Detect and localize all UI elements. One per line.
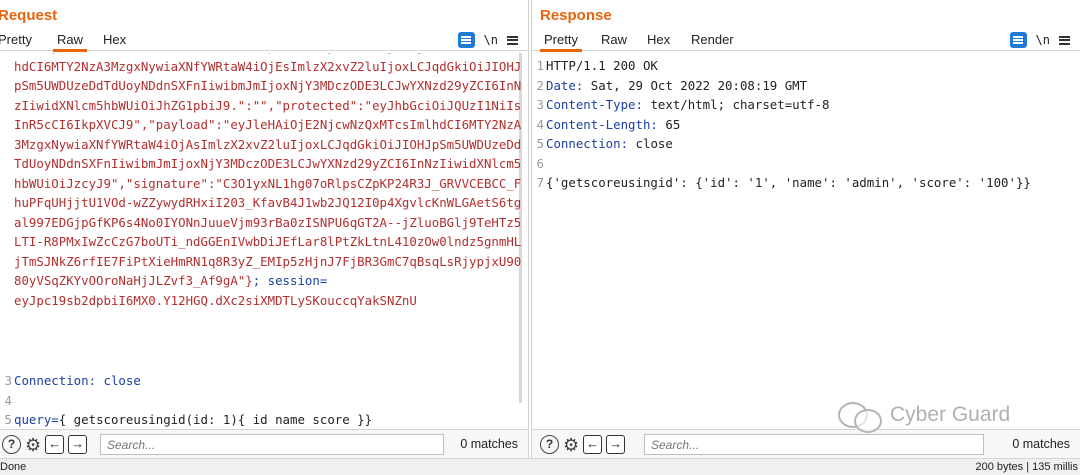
status-bar: Done 200 bytes | 135 millis [0, 458, 1080, 475]
request-newline-icon[interactable]: \n [484, 33, 498, 47]
response-line-number: 5 [536, 136, 544, 151]
response-tab-raw[interactable]: Raw [601, 31, 627, 48]
request-session-value: eyJpc19sb2dpbiI6MX0.Y12HGQ.dXc2siXMDTLyS… [14, 292, 417, 308]
status-right: 200 bytes | 135 millis [975, 461, 1078, 473]
gear-icon[interactable]: ⚙ [25, 436, 41, 454]
help-icon[interactable]: ? [540, 435, 559, 454]
response-line-1: HTTP/1.1 200 OK [546, 58, 658, 73]
status-left: Done [0, 461, 27, 473]
request-token-text: ...ecyJhbGciOiJQUzI1NiIsInR5cCI6IkpXVCJ9… [14, 53, 522, 288]
response-search-bar: ? ⚙ ← → 0 matches [532, 429, 1080, 458]
response-line-4: Content-Length: 65 [546, 116, 681, 132]
response-line-number: 3 [536, 97, 544, 112]
response-line-3: Content-Type: text/html; charset=utf-8 [546, 97, 830, 112]
response-tabbar: Pretty Raw Hex Render \n [532, 28, 1080, 52]
response-tab-render[interactable]: Render [691, 31, 734, 48]
request-tabbar: Pretty Raw Hex \n [0, 28, 528, 52]
request-matches-count: 0 matches [460, 437, 518, 451]
response-newline-icon[interactable]: \n [1036, 33, 1050, 47]
help-icon[interactable]: ? [2, 435, 21, 454]
response-line-number: 7 [536, 175, 544, 190]
arrow-left-icon[interactable]: ← [45, 435, 65, 454]
response-line-2: Date: Sat, 29 Oct 2022 20:08:19 GMT [546, 77, 808, 93]
arrow-right-icon[interactable]: → [606, 435, 626, 454]
request-title: Request [0, 7, 58, 24]
response-line-5: Connection: close [546, 136, 673, 151]
response-wrap-icon[interactable] [1009, 32, 1027, 48]
request-tools: \n [457, 31, 518, 49]
response-pane: Response Pretty Raw Hex Render \n 1 HTTP… [531, 0, 1080, 458]
request-tab-hex[interactable]: Hex [103, 31, 126, 48]
response-search-icons: ? ⚙ ← → [540, 435, 626, 454]
request-tab-pretty[interactable]: Pretty [0, 31, 32, 48]
arrow-right-icon[interactable]: → [68, 435, 88, 454]
request-line-number: 5 [4, 412, 12, 427]
response-search-input[interactable] [644, 434, 984, 455]
request-search-bar: ? ⚙ ← → 0 matches [0, 429, 528, 458]
response-tab-pretty[interactable]: Pretty [540, 31, 582, 52]
response-title: Response [540, 7, 612, 24]
gear-icon[interactable]: ⚙ [563, 436, 579, 454]
response-editor[interactable]: 1 HTTP/1.1 200 OK 2 Date: Sat, 29 Oct 20… [532, 53, 1080, 429]
request-search-input[interactable] [100, 434, 444, 455]
request-editor[interactable]: 3 4 5 ...ecyJhbGciOiJQUzI1NiIsInR5cCI6Ik… [0, 53, 528, 429]
response-line-number: 1 [536, 58, 544, 73]
response-tools: \n [1009, 31, 1070, 49]
response-line-number: 6 [536, 155, 544, 171]
request-menu-icon[interactable] [507, 35, 518, 45]
response-line-number: 4 [536, 116, 544, 132]
response-line-number: 2 [536, 77, 544, 93]
request-pane: Request Pretty Raw Hex \n 3 4 5 ...ecyJh… [0, 0, 529, 458]
arrow-left-icon[interactable]: ← [583, 435, 603, 454]
request-tab-raw[interactable]: Raw [52, 31, 88, 52]
request-body-text: ...ecyJhbGciOiJQUzI1NiIsInR5cCI6IkpXVCJ9… [14, 53, 522, 310]
response-line-7: {'getscoreusingid': {'id': '1', 'name': … [546, 175, 1031, 190]
request-line-5: query={ getscoreusingid(id: 1){ id name … [14, 412, 373, 427]
response-menu-icon[interactable] [1059, 35, 1070, 45]
request-line-number: 4 [4, 392, 12, 408]
request-search-icons: ? ⚙ ← → [2, 435, 88, 454]
request-line-number: 3 [4, 373, 12, 388]
request-session-key: ; session= [252, 273, 328, 288]
request-line-3: Connection: close [14, 373, 141, 388]
request-wrap-icon[interactable] [457, 32, 475, 48]
response-matches-count: 0 matches [1012, 437, 1070, 451]
response-tab-hex[interactable]: Hex [647, 31, 670, 48]
